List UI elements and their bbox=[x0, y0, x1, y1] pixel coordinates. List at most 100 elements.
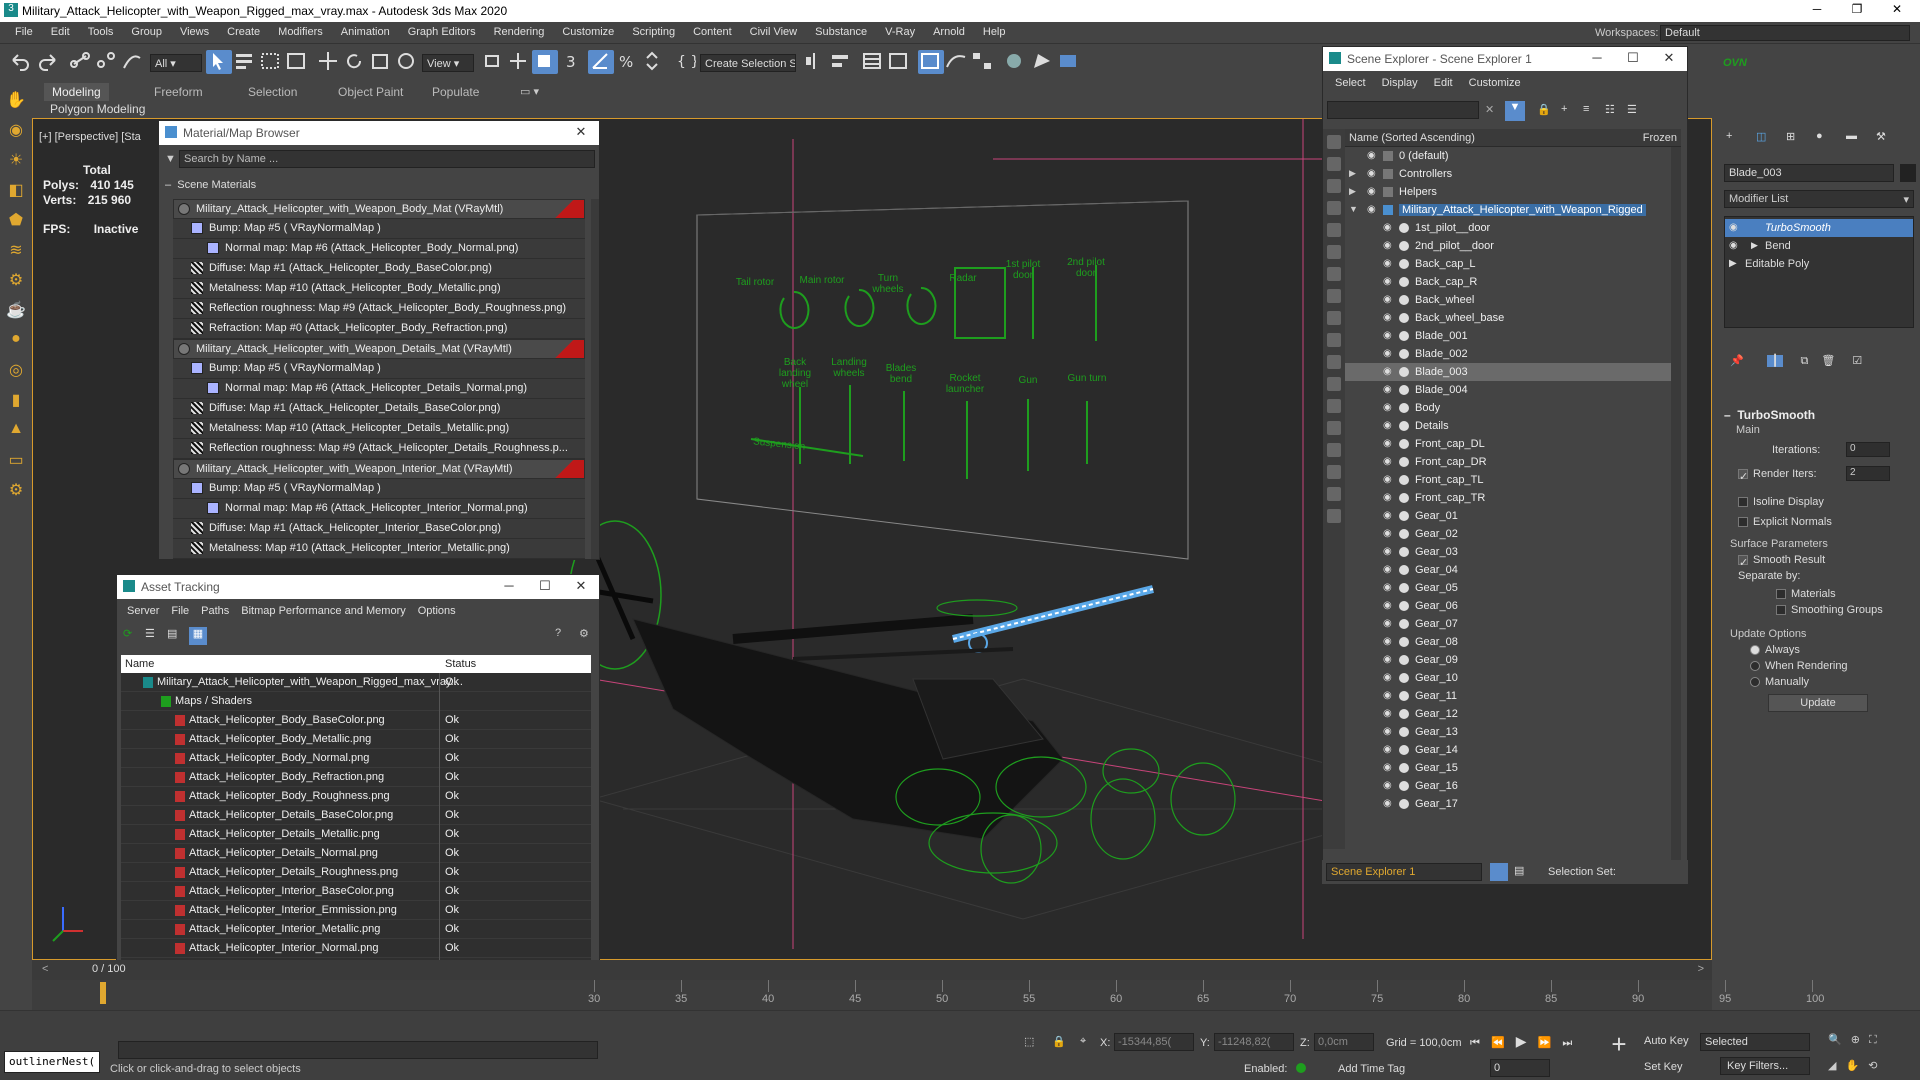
visibility-eye-icon[interactable]: ◉ bbox=[1383, 564, 1392, 575]
manually-row[interactable]: Manually bbox=[1750, 676, 1809, 688]
menu-item-scripting[interactable]: Scripting bbox=[623, 22, 684, 38]
visibility-eye-icon[interactable]: ◉ bbox=[1383, 744, 1392, 755]
map-row[interactable]: Diffuse: Map #1 (Attack_Helicopter_Inter… bbox=[173, 519, 585, 539]
pyramid-icon[interactable]: ▲ bbox=[6, 420, 26, 440]
manually-radio[interactable] bbox=[1750, 677, 1760, 688]
ribbon-tab-object-paint[interactable]: Object Paint bbox=[330, 83, 411, 101]
scene-tree-row[interactable]: ◉ Gear_05 bbox=[1345, 579, 1671, 597]
utilities-tab-icon[interactable]: ⚒ bbox=[1876, 130, 1886, 143]
selection-filter-dropdown[interactable]: All ▾ bbox=[150, 54, 202, 72]
scene-tree-row[interactable]: ◉ Gear_03 bbox=[1345, 543, 1671, 561]
torus-icon[interactable]: ◎ bbox=[6, 360, 26, 380]
asset-menu-bitmap-performance-and-memory[interactable]: Bitmap Performance and Memory bbox=[235, 603, 411, 619]
orbit-icon[interactable]: ⟲ bbox=[1868, 1060, 1877, 1072]
helicopter-model[interactable] bbox=[568, 520, 1236, 884]
show-end-result-icon[interactable]: ┃ bbox=[1766, 355, 1784, 367]
clear-search-icon[interactable]: ✕ bbox=[1485, 103, 1494, 116]
scene-tree-row[interactable]: ◉ Details bbox=[1345, 417, 1671, 435]
next-frame-icon[interactable]: > bbox=[1698, 963, 1704, 975]
track-bar[interactable]: 30 35 40 45 50 55 60 65 70 75 80 85 90 95 100 bbox=[32, 980, 1824, 1010]
angle-snap-icon[interactable] bbox=[588, 50, 614, 74]
scene-search-input[interactable] bbox=[1327, 101, 1479, 119]
containers-filter-icon[interactable] bbox=[1327, 333, 1341, 347]
add-layer-icon[interactable]: + bbox=[1561, 103, 1567, 115]
spacewarp-icon[interactable]: ≋ bbox=[6, 240, 26, 260]
scene-tree-row[interactable]: ◉ Blade_003 bbox=[1345, 363, 1671, 381]
scene-tree-row[interactable]: ◉ Front_cap_DR bbox=[1345, 453, 1671, 471]
modifier-list-dropdown[interactable]: Modifier List ▾ bbox=[1724, 190, 1914, 208]
pan-icon[interactable]: ✋ bbox=[1846, 1060, 1860, 1072]
scale-icon[interactable] bbox=[368, 50, 394, 74]
scene-tree-row[interactable]: ◉ Gear_10 bbox=[1345, 669, 1671, 687]
reference-coordinate-dropdown[interactable]: View ▾ bbox=[422, 54, 474, 72]
filter-toggle-icon[interactable] bbox=[1327, 465, 1341, 479]
close-button[interactable]: ✕ bbox=[1882, 2, 1912, 16]
auto-key-button[interactable]: Auto Key bbox=[1644, 1035, 1689, 1047]
asset-row[interactable]: Maps / Shaders bbox=[121, 692, 591, 711]
visibility-eye-icon[interactable]: ◉ bbox=[1383, 726, 1392, 737]
go-to-end-icon[interactable]: ⏭ bbox=[1562, 1037, 1572, 1049]
scene-col-frozen[interactable]: Frozen bbox=[1643, 132, 1677, 144]
asset-row[interactable]: Attack_Helicopter_Body_Roughness.png Ok bbox=[121, 787, 591, 806]
settings-icon[interactable]: ⚙ bbox=[579, 627, 589, 640]
asset-col-status[interactable]: Status bbox=[445, 658, 476, 670]
spacewarps-filter-icon[interactable] bbox=[1327, 245, 1341, 259]
edit-named-selection-icon[interactable]: { } bbox=[672, 50, 699, 74]
scene-materials-header[interactable]: – Scene Materials bbox=[165, 179, 256, 191]
lights-filter-icon[interactable] bbox=[1327, 179, 1341, 193]
sort-icon[interactable]: ☷ bbox=[1605, 103, 1615, 116]
scene-tree-row[interactable]: ◉ Front_cap_DL bbox=[1345, 435, 1671, 453]
scene-tree-row[interactable]: ▶ ◉ Helpers bbox=[1345, 183, 1671, 201]
gear-icon[interactable]: ⚙ bbox=[6, 480, 26, 500]
material-row[interactable]: Military_Attack_Helicopter_with_Weapon_D… bbox=[173, 339, 585, 359]
scene-tree-row[interactable]: ◉ Gear_11 bbox=[1345, 687, 1671, 705]
visibility-eye-icon[interactable]: ◉ bbox=[1367, 150, 1376, 161]
lock-icon[interactable]: 🔒 bbox=[1537, 103, 1551, 116]
expand-toggle-icon[interactable]: ▶ bbox=[1349, 168, 1356, 179]
prev-frame-icon[interactable]: < bbox=[42, 963, 48, 975]
spinner-snap-icon[interactable] bbox=[640, 50, 666, 74]
visibility-eye-icon[interactable]: ◉ bbox=[1383, 582, 1392, 593]
visibility-eye-icon[interactable]: ◉ bbox=[1383, 222, 1392, 233]
display-tab-icon[interactable]: ▬ bbox=[1846, 130, 1857, 142]
scene-tree-row[interactable]: ◉ Blade_002 bbox=[1345, 345, 1671, 363]
visibility-eye-icon[interactable]: ◉ bbox=[1383, 762, 1392, 773]
turbosmooth-rollout-header[interactable]: – TurboSmooth bbox=[1724, 408, 1914, 422]
scene-tree-row[interactable]: ◉ Body bbox=[1345, 399, 1671, 417]
scene-tree-row[interactable]: ◉ Back_cap_L bbox=[1345, 255, 1671, 273]
keyboard-shortcut-toggle[interactable] bbox=[532, 50, 558, 74]
time-slider-marker[interactable] bbox=[100, 982, 106, 1004]
visibility-eye-icon[interactable]: ◉ bbox=[1383, 474, 1392, 485]
play-icon[interactable]: ▶ bbox=[1516, 1033, 1527, 1049]
ribbon-tab-freeform[interactable]: Freeform bbox=[146, 83, 211, 101]
scene-tree-row[interactable]: ◉ Back_wheel bbox=[1345, 291, 1671, 309]
expand-toggle-icon[interactable]: ▶ bbox=[1349, 186, 1356, 197]
visibility-eye-icon[interactable]: ◉ bbox=[1383, 312, 1392, 323]
asset-col-name[interactable]: Name bbox=[125, 658, 154, 670]
render-iters-checkbox[interactable]: ✓ bbox=[1738, 469, 1748, 483]
align-icon[interactable] bbox=[828, 50, 854, 74]
table-view-icon[interactable]: ▤ bbox=[167, 627, 183, 643]
redo-button[interactable] bbox=[36, 50, 62, 74]
asset-tracking-titlebar[interactable]: Asset Tracking ─ ☐ ✕ bbox=[117, 575, 599, 599]
make-unique-icon[interactable]: ⧉ bbox=[1800, 355, 1808, 367]
visibility-eye-icon[interactable]: ◉ bbox=[1383, 528, 1392, 539]
shapes-filter-icon[interactable] bbox=[1327, 157, 1341, 171]
isoline-checkbox[interactable] bbox=[1738, 497, 1748, 508]
scene-tree-row[interactable]: ◉ 0 (default) bbox=[1345, 147, 1671, 165]
smooth-result-checkbox[interactable]: ✓ bbox=[1738, 555, 1748, 569]
visibility-eye-icon[interactable]: ◉ bbox=[1383, 294, 1392, 305]
hierarchy-mode-icon[interactable]: ▤ bbox=[1514, 864, 1524, 877]
always-row[interactable]: Always bbox=[1750, 644, 1800, 656]
object-color-swatch[interactable] bbox=[1900, 164, 1916, 182]
rotate-icon[interactable] bbox=[342, 50, 368, 74]
menu-item-civil-view[interactable]: Civil View bbox=[741, 22, 806, 38]
visibility-eye-icon[interactable]: ◉ bbox=[1383, 366, 1392, 377]
map-row[interactable]: Reflection roughness: Map #9 (Attack_Hel… bbox=[173, 439, 585, 459]
filter-icon[interactable]: ▼ bbox=[1505, 101, 1525, 121]
next-key-icon[interactable]: ⏩ bbox=[1538, 1037, 1552, 1049]
material-search-input[interactable]: Search by Name ... bbox=[179, 150, 595, 168]
isoline-display-row[interactable]: Isoline Display bbox=[1738, 496, 1824, 508]
asset-menu-paths[interactable]: Paths bbox=[195, 603, 235, 619]
scene-tree-row[interactable]: ◉ Front_cap_TR bbox=[1345, 489, 1671, 507]
